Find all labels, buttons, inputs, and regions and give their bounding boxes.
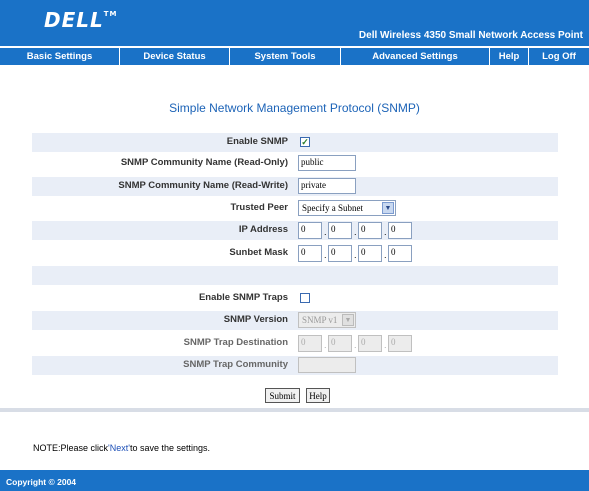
row-snmp-version: SNMP Version SNMP v1 ▼: [32, 311, 558, 330]
next-link[interactable]: 'Next': [108, 443, 130, 453]
chevron-down-icon: ▼: [382, 202, 394, 214]
separator-dot: .: [324, 340, 327, 350]
chevron-down-icon: ▼: [342, 314, 354, 326]
page-title: Simple Network Management Protocol (SNMP…: [169, 101, 420, 115]
nav-advanced-settings[interactable]: Advanced Settings: [341, 48, 490, 65]
enable-snmp-label: Enable SNMP: [226, 136, 288, 147]
section-divider: [0, 408, 589, 412]
mask-octet-1[interactable]: 0: [298, 245, 322, 262]
row-subnet-mask: Sunbet Mask 0 . 0 . 0 . 0: [32, 244, 558, 263]
ip-octet-2[interactable]: 0: [328, 222, 352, 239]
row-ip-address: IP Address 0 . 0 . 0 . 0: [32, 221, 558, 240]
header-banner: DELLTM Dell Wireless 4350 Small Network …: [0, 0, 589, 46]
trap-community-label: SNMP Trap Community: [183, 359, 288, 370]
mask-octet-4[interactable]: 0: [388, 245, 412, 262]
trap-octet-3[interactable]: 0: [358, 335, 382, 352]
row-read-only-community: SNMP Community Name (Read-Only) public: [32, 154, 558, 173]
ip-octet-4[interactable]: 0: [388, 222, 412, 239]
read-write-community-input[interactable]: private: [298, 178, 356, 194]
read-only-community-input[interactable]: public: [298, 155, 356, 171]
help-button[interactable]: Help: [306, 388, 330, 403]
separator-dot: .: [354, 227, 357, 237]
mask-octet-3[interactable]: 0: [358, 245, 382, 262]
nav-help[interactable]: Help: [490, 48, 529, 65]
row-trusted-peer: Trusted Peer Specify a Subnet ▼: [32, 199, 558, 218]
separator-dot: .: [384, 340, 387, 350]
ip-octet-3[interactable]: 0: [358, 222, 382, 239]
row-spacer: [32, 266, 558, 285]
nav-device-status[interactable]: Device Status: [120, 48, 230, 65]
mask-octet-2[interactable]: 0: [328, 245, 352, 262]
save-note: NOTE:Please click'Next'to save the setti…: [33, 443, 211, 453]
snmp-version-label: SNMP Version: [223, 314, 288, 325]
snmp-version-select[interactable]: SNMP v1 ▼: [298, 312, 356, 328]
separator-dot: .: [384, 250, 387, 260]
trusted-peer-select[interactable]: Specify a Subnet ▼: [298, 200, 396, 216]
read-only-label: SNMP Community Name (Read-Only): [120, 157, 288, 168]
separator-dot: .: [324, 250, 327, 260]
separator-dot: .: [354, 250, 357, 260]
enable-traps-label: Enable SNMP Traps: [198, 292, 288, 303]
enable-snmp-checkbox[interactable]: ✓: [300, 137, 310, 147]
nav-basic-settings[interactable]: Basic Settings: [0, 48, 120, 65]
separator-dot: .: [354, 340, 357, 350]
nav-system-tools[interactable]: System Tools: [230, 48, 341, 65]
ip-octet-1[interactable]: 0: [298, 222, 322, 239]
dell-logo: DELLTM: [44, 8, 118, 32]
copyright-text: Copyright © 2004: [6, 477, 77, 487]
row-trap-destination: SNMP Trap Destination 0 . 0 . 0 . 0: [32, 334, 558, 353]
enable-traps-checkbox[interactable]: [300, 293, 310, 303]
submit-button[interactable]: Submit: [265, 388, 300, 403]
main-navigation: Basic Settings Device Status System Tool…: [0, 48, 589, 65]
row-trap-community: SNMP Trap Community: [32, 356, 558, 375]
separator-dot: .: [384, 227, 387, 237]
product-name: Dell Wireless 4350 Small Network Access …: [358, 30, 583, 41]
trusted-peer-label: Trusted Peer: [230, 202, 288, 213]
row-enable-traps: Enable SNMP Traps: [32, 289, 558, 308]
ip-address-label: IP Address: [238, 224, 288, 235]
trap-destination-label: SNMP Trap Destination: [183, 337, 288, 348]
footer-bar: Copyright © 2004: [0, 470, 589, 491]
trap-community-input[interactable]: [298, 357, 356, 373]
row-enable-snmp: Enable SNMP ✓: [32, 133, 558, 152]
subnet-mask-label: Sunbet Mask: [229, 247, 288, 258]
read-write-label: SNMP Community Name (Read-Write): [118, 180, 288, 191]
trap-octet-4[interactable]: 0: [388, 335, 412, 352]
trap-octet-1[interactable]: 0: [298, 335, 322, 352]
nav-log-off[interactable]: Log Off: [529, 48, 589, 65]
trap-octet-2[interactable]: 0: [328, 335, 352, 352]
row-read-write-community: SNMP Community Name (Read-Write) private: [32, 177, 558, 196]
separator-dot: .: [324, 227, 327, 237]
